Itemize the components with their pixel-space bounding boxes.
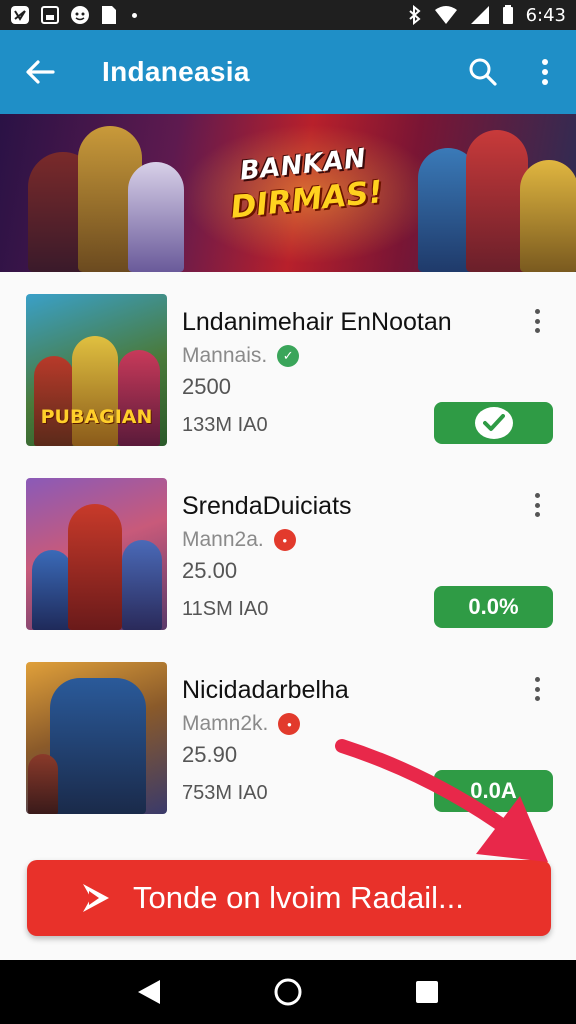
game-size: 753M IA0 — [182, 782, 268, 804]
thumbnail-figure — [28, 754, 58, 814]
cta-label: Tonde on lvoim Radail... — [133, 880, 464, 915]
app-bar: Indaneasia — [0, 30, 576, 114]
install-button[interactable] — [434, 402, 553, 444]
more-dot — [534, 686, 540, 692]
game-rating: 25.90 — [182, 742, 238, 767]
thumbnail-figure — [118, 350, 160, 446]
bluetooth-icon — [408, 5, 421, 25]
game-title[interactable]: Nicidadarbelha — [182, 676, 349, 705]
messenger-icon — [71, 6, 89, 24]
status-badge-icon: • — [278, 713, 301, 735]
developer-name[interactable]: Mannais. — [182, 344, 267, 368]
nav-back-button[interactable] — [117, 960, 181, 1024]
game-rating: 2500 — [182, 374, 231, 399]
more-dot — [534, 677, 540, 682]
more-dot — [534, 502, 540, 508]
gallery-icon — [41, 6, 59, 24]
nav-recents-button[interactable] — [395, 960, 459, 1024]
game-card[interactable]: PUBAGIAN Lndanimehair EnNootan Mannais. … — [0, 272, 576, 456]
battery-icon — [502, 5, 513, 24]
install-button[interactable]: 0.0A — [434, 770, 553, 812]
status-clock: 6:43 — [525, 4, 566, 26]
card-more-button[interactable] — [527, 674, 547, 704]
game-card[interactable]: Nicidadarbelha Mamn2k. • 25.90 753M IA0 … — [0, 640, 576, 824]
developer-name[interactable]: Mann2a. — [182, 528, 264, 552]
game-thumbnail[interactable]: PUBAGIAN — [26, 294, 167, 446]
game-list: PUBAGIAN Lndanimehair EnNootan Mannais. … — [0, 272, 576, 960]
game-size: 11SM IA0 — [182, 598, 269, 620]
thumbnail-figure — [50, 678, 146, 814]
home-circle-icon — [274, 978, 302, 1006]
notification-dot — [132, 12, 137, 18]
more-vertical-icon — [542, 59, 548, 85]
more-dot — [534, 493, 540, 498]
more-dot — [534, 512, 540, 517]
more-dot — [534, 318, 540, 324]
status-bar: 6:43 — [0, 0, 576, 30]
search-button[interactable] — [452, 30, 514, 114]
verified-badge-icon: ✓ — [277, 345, 300, 367]
download-cta-button[interactable]: Tonde on lvoim Radail... — [27, 860, 551, 936]
app-bar-actions — [452, 30, 576, 114]
banner-hero-3 — [128, 162, 184, 272]
status-system-icons: 6:43 — [408, 5, 566, 26]
status-notification-icons — [10, 5, 137, 25]
thumbnail-figure — [122, 540, 162, 630]
more-dot — [534, 309, 540, 314]
card-more-button[interactable] — [527, 306, 547, 336]
recents-square-icon — [415, 981, 438, 1003]
game-title[interactable]: Lndanimehair EnNootan — [182, 308, 452, 337]
app-icon — [11, 6, 29, 24]
promo-banner[interactable]: BANKAN DIRMAS! — [0, 114, 576, 272]
nav-home-button[interactable] — [256, 960, 320, 1024]
banner-hero-5 — [466, 130, 528, 272]
back-button[interactable] — [0, 30, 80, 114]
card-more-button[interactable] — [527, 490, 547, 520]
more-dot — [534, 696, 540, 701]
game-thumbnail[interactable] — [26, 662, 167, 814]
game-rating: 25.00 — [182, 558, 238, 583]
wifi-icon — [434, 6, 457, 24]
install-button[interactable]: 0.0% — [434, 586, 553, 628]
developer-name[interactable]: Mamn2k. — [182, 712, 268, 736]
developer-row: Mannais. ✓ — [182, 344, 300, 368]
game-size: 133M IA0 — [182, 414, 268, 436]
search-icon — [469, 58, 497, 86]
game-title[interactable]: SrendaDuiciats — [182, 492, 352, 521]
thumbnail-figure — [34, 356, 74, 446]
banner-hero-6 — [520, 160, 576, 272]
more-dot — [534, 328, 540, 333]
status-badge-icon: • — [273, 529, 296, 551]
file-icon — [102, 6, 116, 24]
overflow-menu-button[interactable] — [514, 30, 576, 114]
thumbnail-figure — [68, 504, 122, 630]
developer-row: Mann2a. • — [182, 528, 296, 552]
back-triangle-icon — [138, 980, 161, 1004]
play-icon — [75, 878, 115, 918]
thumbnail-title: PUBAGIAN — [40, 406, 153, 428]
signal-icon — [470, 6, 489, 24]
thumbnail-figure — [72, 336, 118, 446]
game-thumbnail[interactable] — [26, 478, 167, 630]
arrow-left-icon — [26, 60, 55, 84]
app-bar-title: Indaneasia — [102, 56, 250, 87]
check-icon — [474, 407, 513, 439]
game-card[interactable]: SrendaDuiciats Mann2a. • 25.00 11SM IA0 … — [0, 456, 576, 640]
thumbnail-figure — [32, 550, 72, 630]
system-nav-bar — [0, 960, 576, 1024]
developer-row: Mamn2k. • — [182, 712, 301, 736]
